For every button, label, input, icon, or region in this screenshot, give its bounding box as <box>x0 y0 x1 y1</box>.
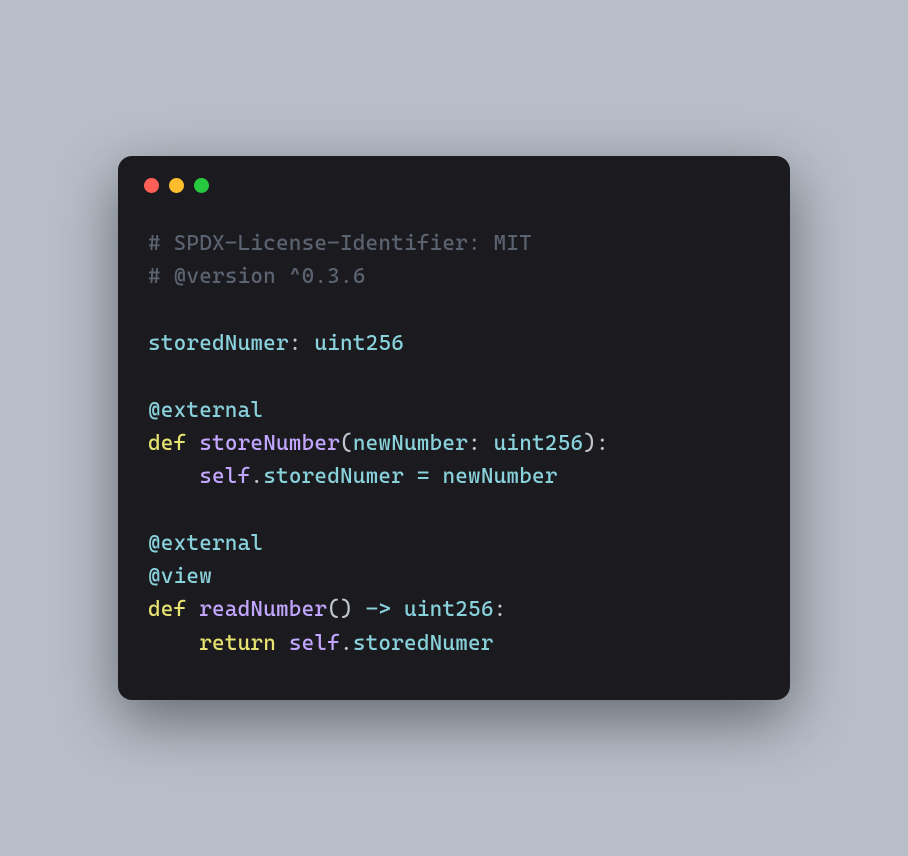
minimize-icon[interactable] <box>169 178 184 193</box>
keyword-return: return <box>199 631 276 656</box>
decorator: @external <box>148 531 263 556</box>
function-name: storeNumber <box>199 431 340 456</box>
type: uint256 <box>314 331 404 356</box>
code-block: # SPDX-License-Identifier: MIT # @versio… <box>118 203 790 700</box>
decorator: @view <box>148 564 212 589</box>
type: uint256 <box>494 431 584 456</box>
close-icon[interactable] <box>144 178 159 193</box>
titlebar <box>118 156 790 203</box>
comment-line: # SPDX-License-Identifier: MIT <box>148 231 532 256</box>
self: self <box>199 464 250 489</box>
keyword-def: def <box>148 431 186 456</box>
code-window: # SPDX-License-Identifier: MIT # @versio… <box>118 156 790 700</box>
maximize-icon[interactable] <box>194 178 209 193</box>
function-name: readNumber <box>199 597 327 622</box>
decorator: @external <box>148 398 263 423</box>
operator-eq: = <box>417 464 430 489</box>
attribute: storedNumer <box>353 631 494 656</box>
attribute: storedNumer <box>263 464 404 489</box>
identifier: newNumber <box>442 464 557 489</box>
field-name: storedNumer <box>148 331 289 356</box>
comment-line: # @version ^0.3.6 <box>148 264 366 289</box>
type: uint256 <box>404 597 494 622</box>
keyword-def: def <box>148 597 186 622</box>
self: self <box>289 631 340 656</box>
param-name: newNumber <box>353 431 468 456</box>
arrow: -> <box>366 597 392 622</box>
